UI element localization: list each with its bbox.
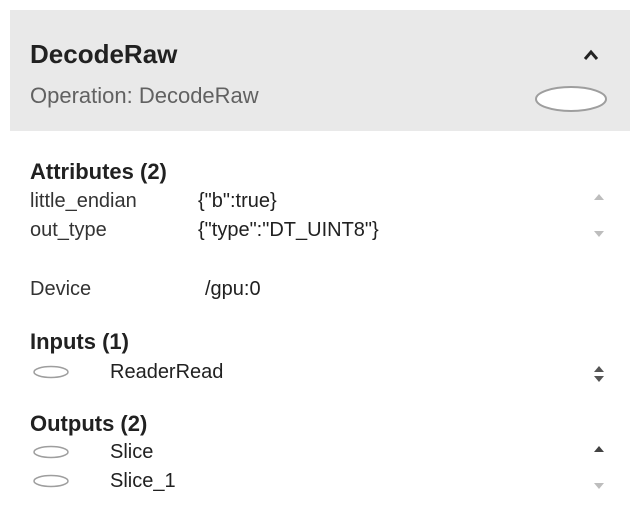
node-info-card: DecodeRaw Operation: DecodeRaw Attribute… (10, 10, 630, 523)
ellipse-node-icon (33, 445, 69, 459)
inputs-scroll[interactable] (592, 364, 606, 384)
output-item[interactable]: Slice_1 (10, 469, 570, 495)
ellipse-node-icon[interactable] (534, 85, 608, 113)
attribute-key: out_type (30, 219, 107, 241)
node-title: DecodeRaw (30, 39, 178, 69)
chevron-up-icon (583, 49, 599, 60)
collapse-button[interactable] (576, 42, 606, 68)
sort-icon (594, 366, 604, 382)
device-label: Device (30, 278, 92, 300)
triangle-up-icon (594, 446, 604, 452)
attributes-heading: Attributes (2) (30, 159, 167, 184)
outputs-heading: Outputs (2) (30, 411, 148, 436)
output-name: Slice (110, 441, 154, 463)
outputs-scroll-down[interactable] (592, 481, 606, 491)
attribute-value: {"type":"DT_UINT8"} (198, 219, 379, 241)
attributes-scroll-up[interactable] (592, 192, 606, 202)
attribute-key: little_endian (30, 190, 137, 212)
ellipse-node-icon (33, 365, 69, 379)
input-item[interactable]: ReaderRead (10, 360, 610, 386)
attribute-value: {"b":true} (198, 190, 277, 212)
triangle-down-icon (594, 483, 604, 489)
output-name: Slice_1 (110, 470, 176, 492)
node-details: Attributes (2) little_endian {"b":true} … (10, 131, 630, 523)
outputs-scroll-up[interactable] (592, 444, 606, 454)
input-name: ReaderRead (110, 361, 224, 383)
ellipse-node-icon (33, 474, 69, 488)
triangle-up-icon (594, 194, 604, 200)
node-header: DecodeRaw Operation: DecodeRaw (10, 10, 630, 131)
triangle-down-icon (594, 231, 604, 237)
attributes-scroll-down[interactable] (592, 229, 606, 239)
inputs-heading: Inputs (1) (30, 329, 129, 354)
output-item[interactable]: Slice (10, 440, 570, 466)
device-value: /gpu:0 (205, 278, 261, 300)
node-operation: Operation: DecodeRaw (30, 83, 259, 108)
